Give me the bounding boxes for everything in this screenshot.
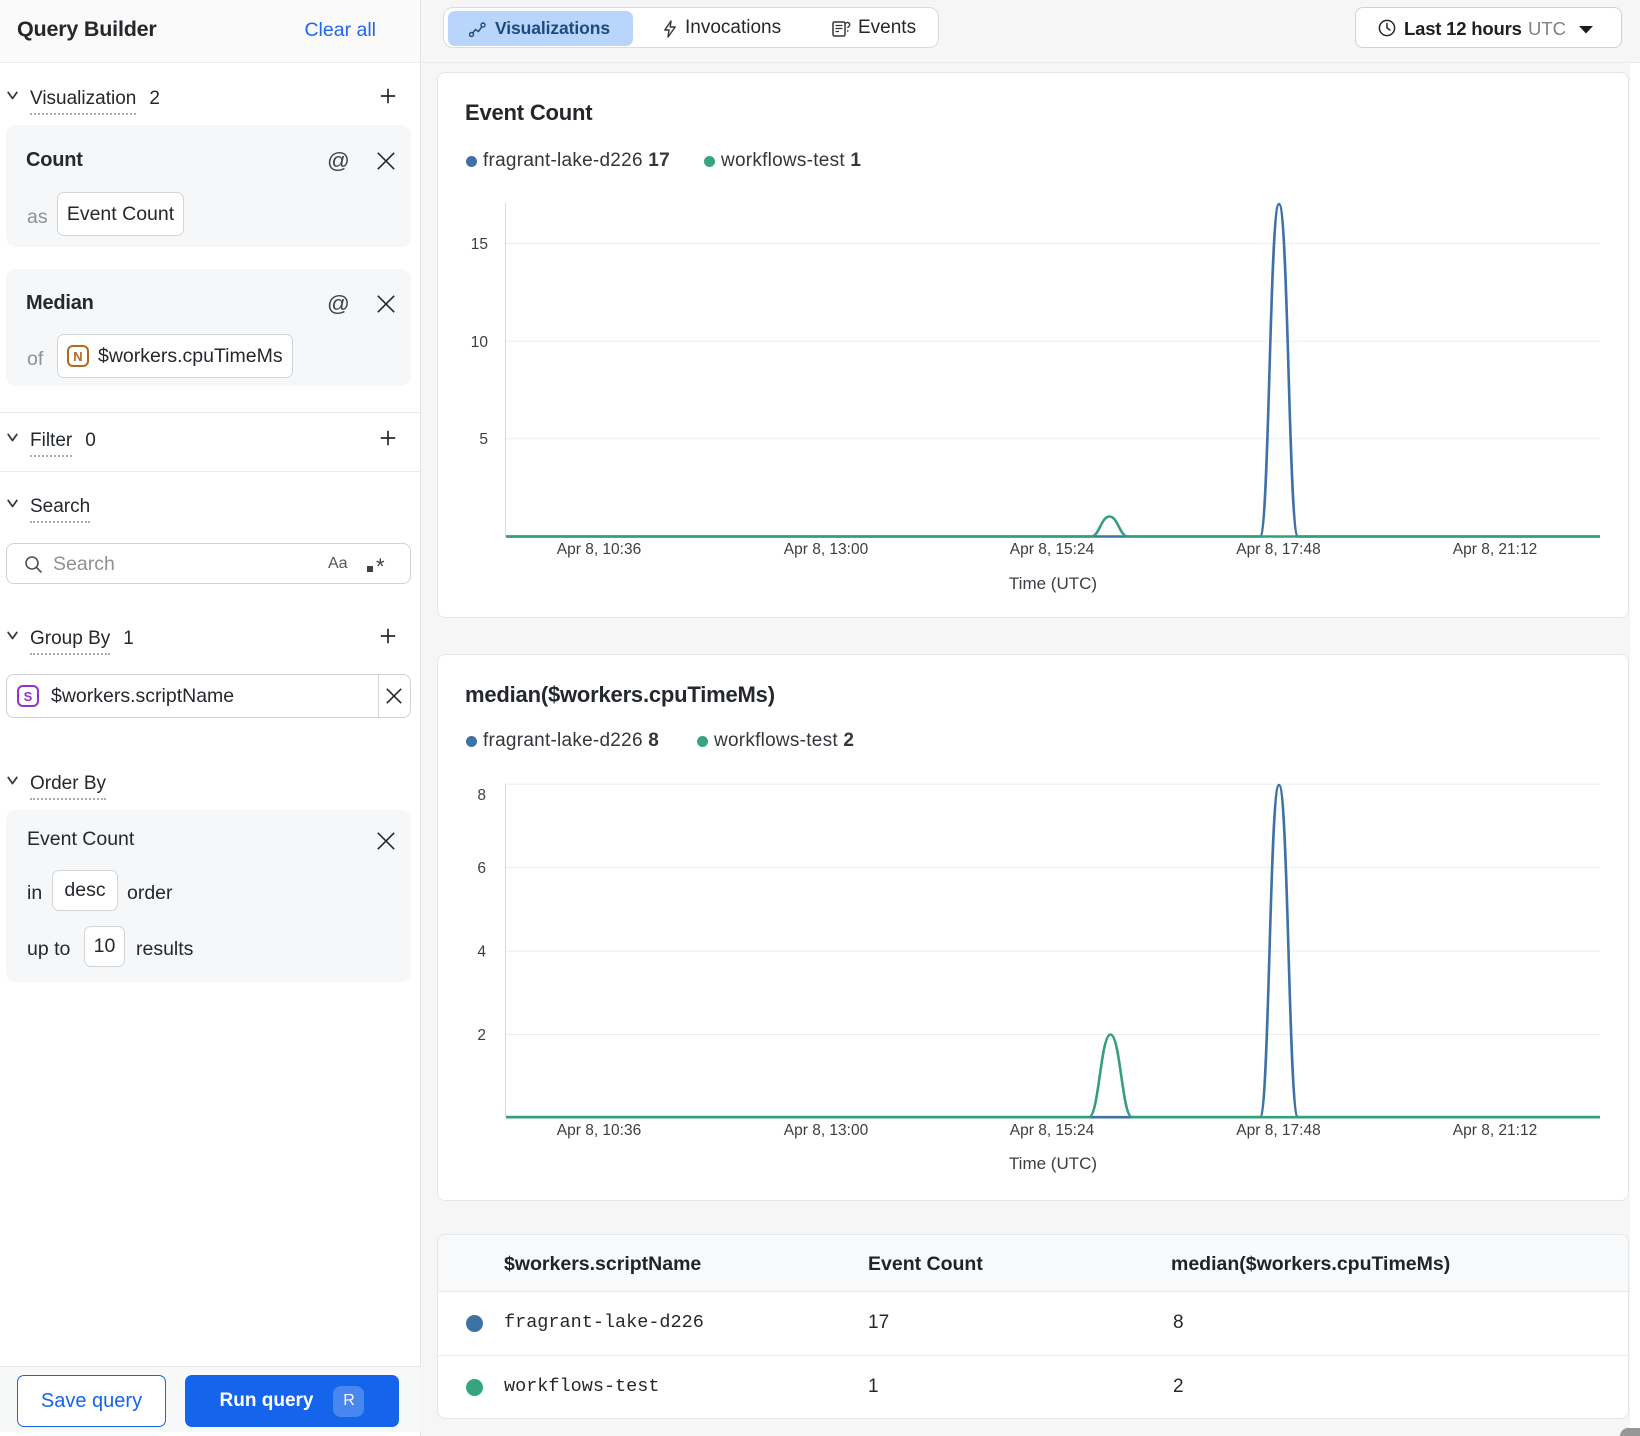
- svg-text:Apr 8, 21:12: Apr 8, 21:12: [1453, 541, 1537, 558]
- svg-text:5: 5: [479, 431, 488, 448]
- svg-text:4: 4: [477, 944, 486, 961]
- svg-text:Apr 8, 17:48: Apr 8, 17:48: [1236, 1122, 1320, 1139]
- svg-text:6: 6: [477, 860, 486, 877]
- svg-text:2: 2: [477, 1027, 486, 1044]
- svg-text:Apr 8, 15:24: Apr 8, 15:24: [1010, 541, 1095, 558]
- svg-text:15: 15: [471, 236, 488, 253]
- svg-text:Time (UTC): Time (UTC): [1009, 1154, 1097, 1173]
- svg-text:8: 8: [477, 787, 486, 804]
- svg-text:Apr 8, 10:36: Apr 8, 10:36: [557, 541, 641, 558]
- svg-text:Apr 8, 21:12: Apr 8, 21:12: [1453, 1122, 1537, 1139]
- svg-text:Apr 8, 13:00: Apr 8, 13:00: [784, 1122, 869, 1139]
- svg-text:Apr 8, 15:24: Apr 8, 15:24: [1010, 1122, 1095, 1139]
- svg-text:Apr 8, 17:48: Apr 8, 17:48: [1236, 541, 1320, 558]
- svg-text:10: 10: [471, 334, 489, 351]
- svg-text:Time (UTC): Time (UTC): [1009, 574, 1097, 593]
- svg-text:Apr 8, 10:36: Apr 8, 10:36: [557, 1122, 641, 1139]
- svg-text:*: *: [376, 554, 385, 577]
- svg-text:Apr 8, 13:00: Apr 8, 13:00: [784, 541, 869, 558]
